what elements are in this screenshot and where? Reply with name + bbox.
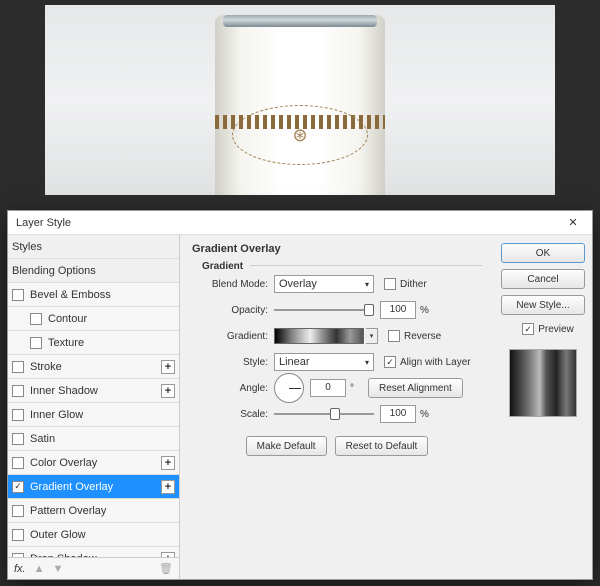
cancel-button[interactable]: Cancel [501, 269, 585, 289]
dither-label: Dither [400, 279, 427, 290]
reset-default-button[interactable]: Reset to Default [335, 436, 429, 456]
settings-panel: Gradient Overlay Gradient Blend Mode: Ov… [180, 235, 494, 579]
degree-symbol: ° [350, 383, 354, 394]
angle-label: Angle: [192, 383, 274, 394]
gradient-dropdown[interactable]: ▾ [366, 328, 378, 344]
styles-sidebar: Styles Blending Options Bevel & Emboss C… [8, 235, 180, 579]
gradient-swatch[interactable] [274, 328, 364, 344]
align-checkbox[interactable]: ✓ [384, 356, 396, 368]
inner-shadow-checkbox[interactable] [12, 385, 24, 397]
styles-list: Styles Blending Options Bevel & Emboss C… [8, 235, 179, 557]
style-label: Style: [192, 357, 274, 368]
layer-style-dialog: Layer Style ✕ Styles Blending Options Be… [7, 210, 593, 580]
down-arrow-icon[interactable]: ▼ [53, 563, 64, 575]
dialog-body: Styles Blending Options Bevel & Emboss C… [8, 235, 592, 579]
up-arrow-icon[interactable]: ▲ [34, 563, 45, 575]
stroke-checkbox[interactable] [12, 361, 24, 373]
dialog-titlebar[interactable]: Layer Style ✕ [8, 211, 592, 235]
satin-checkbox[interactable] [12, 433, 24, 445]
texture-checkbox[interactable] [30, 337, 42, 349]
dither-checkbox[interactable] [384, 278, 396, 290]
blend-mode-label: Blend Mode: [192, 279, 274, 290]
chevron-down-icon: ▾ [365, 358, 369, 367]
preview-swatch [509, 349, 577, 417]
action-panel: OK Cancel New Style... ✓ Preview [494, 235, 592, 579]
trash-icon[interactable]: 🗑 [159, 562, 173, 575]
style-select[interactable]: Linear▾ [274, 353, 374, 371]
new-style-button[interactable]: New Style... [501, 295, 585, 315]
ok-button[interactable]: OK [501, 243, 585, 263]
preview-checkbox[interactable]: ✓ [522, 323, 534, 335]
percent-symbol: % [420, 305, 429, 316]
can-emblem: ⊛ [232, 105, 368, 165]
outer-glow-checkbox[interactable] [12, 529, 24, 541]
color-overlay-row[interactable]: Color Overlay+ [8, 451, 179, 475]
contour-row[interactable]: Contour [8, 307, 179, 331]
satin-row[interactable]: Satin [8, 427, 179, 451]
opacity-slider[interactable] [274, 303, 374, 317]
inner-shadow-row[interactable]: Inner Shadow+ [8, 379, 179, 403]
can-mockup: ⊛ [215, 15, 385, 195]
gradient-overlay-checkbox[interactable]: ✓ [12, 481, 24, 493]
close-button[interactable]: ✕ [554, 211, 592, 234]
sidebar-footer: fx. ▲ ▼ 🗑 [8, 557, 179, 579]
chevron-down-icon: ▾ [365, 280, 369, 289]
angle-wheel[interactable] [274, 373, 304, 403]
add-icon[interactable]: + [161, 456, 175, 470]
angle-input[interactable]: 0 [310, 379, 346, 397]
dialog-title: Layer Style [16, 217, 71, 229]
styles-header[interactable]: Styles [8, 235, 179, 259]
bevel-emboss-row[interactable]: Bevel & Emboss [8, 283, 179, 307]
preview-row: ✓ Preview [512, 323, 574, 335]
reset-alignment-button[interactable]: Reset Alignment [368, 378, 463, 398]
pattern-overlay-checkbox[interactable] [12, 505, 24, 517]
inner-glow-row[interactable]: Inner Glow [8, 403, 179, 427]
drop-shadow-checkbox[interactable] [12, 553, 24, 558]
pattern-overlay-row[interactable]: Pattern Overlay [8, 499, 179, 523]
drop-shadow-row[interactable]: Drop Shadow+ [8, 547, 179, 557]
group-divider [250, 265, 482, 266]
stroke-row[interactable]: Stroke+ [8, 355, 179, 379]
gradient-group: Gradient Blend Mode: Overlay▾ Dither Opa… [192, 257, 482, 458]
add-icon[interactable]: + [161, 480, 175, 494]
texture-row[interactable]: Texture [8, 331, 179, 355]
make-default-button[interactable]: Make Default [246, 436, 327, 456]
color-overlay-checkbox[interactable] [12, 457, 24, 469]
preview-label: Preview [538, 324, 574, 335]
fx-icon[interactable]: fx. [14, 563, 26, 575]
blend-mode-select[interactable]: Overlay▾ [274, 275, 374, 293]
outer-glow-row[interactable]: Outer Glow [8, 523, 179, 547]
contour-checkbox[interactable] [30, 313, 42, 325]
opacity-label: Opacity: [192, 305, 274, 316]
close-icon: ✕ [568, 216, 577, 229]
scale-input[interactable]: 100 [380, 405, 416, 423]
reverse-checkbox[interactable] [388, 330, 400, 342]
percent-symbol: % [420, 409, 429, 420]
opacity-input[interactable]: 100 [380, 301, 416, 319]
can-lid [223, 15, 377, 27]
bevel-checkbox[interactable] [12, 289, 24, 301]
gradient-overlay-row[interactable]: ✓Gradient Overlay+ [8, 475, 179, 499]
inner-glow-checkbox[interactable] [12, 409, 24, 421]
section-title: Gradient Overlay [192, 243, 482, 255]
scale-label: Scale: [192, 409, 274, 420]
align-label: Align with Layer [400, 357, 471, 368]
scale-slider[interactable] [274, 407, 374, 421]
add-icon[interactable]: + [161, 384, 175, 398]
add-icon[interactable]: + [161, 360, 175, 374]
document-canvas: ⊛ [45, 5, 555, 195]
reverse-label: Reverse [404, 331, 441, 342]
blending-options-row[interactable]: Blending Options [8, 259, 179, 283]
gradient-label: Gradient: [192, 331, 274, 342]
add-icon[interactable]: + [161, 552, 175, 558]
group-title: Gradient [202, 261, 482, 272]
